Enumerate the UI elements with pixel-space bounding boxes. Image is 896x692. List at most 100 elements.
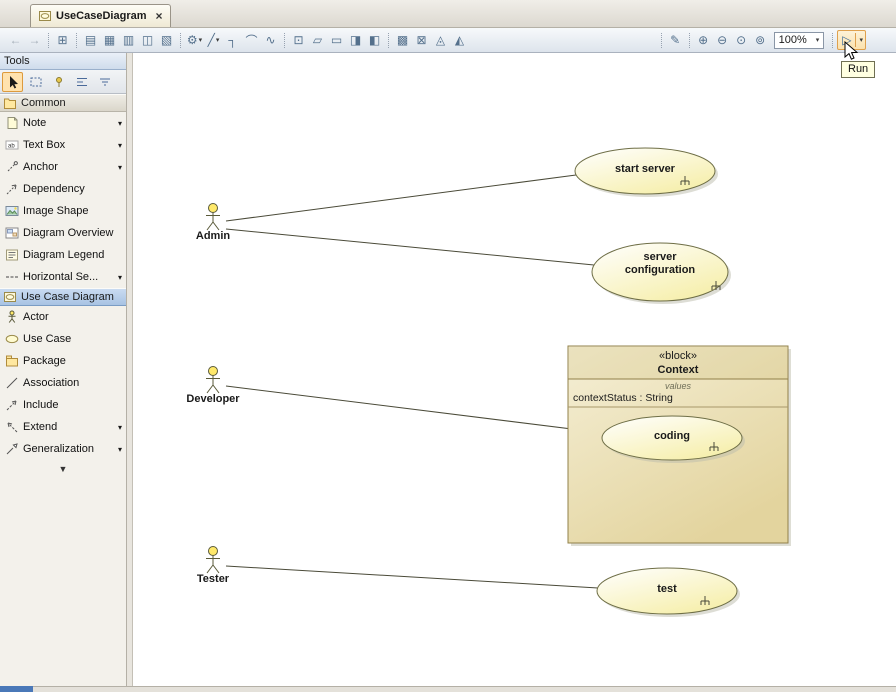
tool-item-label: Note bbox=[23, 117, 114, 129]
scrollbar-thumb[interactable] bbox=[0, 686, 33, 692]
bottom-scrollbar[interactable] bbox=[0, 686, 896, 692]
tool-icon-row bbox=[0, 70, 126, 94]
chevron-down-icon[interactable]: ▾ bbox=[118, 273, 124, 282]
application-window: UseCaseDiagram × ←→ ⊞ ▤▦▥◫▧ ⚙▾╱▾┐⌒∿ ⊡▱▭◨◧ ▩⊠◬… bbox=[0, 0, 896, 692]
tool-item-actor[interactable]: Actor bbox=[0, 306, 126, 328]
zoom-in-icon[interactable]: ⊕ bbox=[695, 31, 712, 49]
curved-path-icon[interactable]: ⌒ bbox=[243, 31, 260, 49]
actor-body[interactable] bbox=[206, 556, 220, 574]
association-line[interactable] bbox=[226, 229, 594, 265]
order-tool[interactable] bbox=[94, 72, 115, 92]
show-paths-icon[interactable]: ◭ bbox=[451, 31, 468, 49]
show-dependencies-icon[interactable]: ◬ bbox=[432, 31, 449, 49]
chevron-down-icon[interactable]: ▾ bbox=[118, 423, 124, 432]
selection-tool[interactable] bbox=[2, 72, 23, 92]
tool-item-association[interactable]: Association bbox=[0, 372, 126, 394]
tool-item-horizontal-se[interactable]: Horizontal Se...▾ bbox=[0, 266, 126, 288]
tool-item-generalization[interactable]: Generalization▾ bbox=[0, 438, 126, 460]
tool-item-diagram-overview[interactable]: Diagram Overview bbox=[0, 222, 126, 244]
paste-icon[interactable]: ▦ bbox=[101, 31, 118, 49]
tool-item-include[interactable]: Include bbox=[0, 394, 126, 416]
oblique-path-icon[interactable]: ╱▾ bbox=[205, 31, 222, 49]
toolbar-separator bbox=[388, 33, 389, 48]
chevron-down-icon[interactable]: ▾ bbox=[816, 36, 820, 44]
toolbar-separator bbox=[284, 33, 285, 48]
tool-item-label: Anchor bbox=[23, 161, 114, 173]
actor-body[interactable] bbox=[206, 376, 220, 394]
oval-icon bbox=[5, 332, 19, 346]
tool-item-anchor[interactable]: Anchor ▾ bbox=[0, 156, 126, 178]
align-tool[interactable] bbox=[71, 72, 92, 92]
close-tab-icon[interactable]: × bbox=[156, 11, 163, 21]
tool-item-package[interactable]: Package bbox=[0, 350, 126, 372]
zoom-fit-icon[interactable]: ⊙ bbox=[733, 31, 750, 49]
chevron-down-icon[interactable]: ▾ bbox=[118, 119, 124, 128]
actor-label: Admin bbox=[196, 230, 231, 242]
tab-usecase-diagram[interactable]: UseCaseDiagram × bbox=[30, 4, 171, 27]
chevron-down-icon[interactable]: ▾ bbox=[118, 445, 124, 454]
forward-icon[interactable]: → bbox=[26, 31, 43, 49]
section-header-common[interactable]: Common bbox=[0, 94, 126, 112]
edit-properties-icon[interactable]: ✎ bbox=[667, 31, 684, 49]
tool-item-label: Extend bbox=[23, 421, 114, 433]
block-attribute[interactable]: contextStatus : String bbox=[573, 392, 673, 404]
tool-item-dependency[interactable]: Dependency bbox=[0, 178, 126, 200]
tool-item-extend[interactable]: Extend ▾ bbox=[0, 416, 126, 438]
rectilinear-path-icon[interactable]: ┐ bbox=[224, 31, 241, 49]
toolbar-separator bbox=[48, 33, 49, 48]
more-tools-chevron-icon[interactable]: ▼ bbox=[0, 460, 126, 474]
add-diagram-icon[interactable]: ⊡ bbox=[290, 31, 307, 49]
association-line[interactable] bbox=[226, 175, 576, 221]
section-header-use-case-diagram[interactable]: Use Case Diagram bbox=[0, 288, 126, 306]
association-line[interactable] bbox=[226, 386, 604, 433]
sticky-tool[interactable] bbox=[48, 72, 69, 92]
add-image-icon[interactable]: ◨ bbox=[347, 31, 364, 49]
tool-item-diagram-legend[interactable]: Diagram Legend bbox=[0, 244, 126, 266]
zoom-out-icon[interactable]: ⊖ bbox=[714, 31, 731, 49]
actor-developer[interactable] bbox=[209, 367, 218, 376]
chevron-down-icon[interactable]: ▾ bbox=[199, 36, 203, 44]
containment-icon[interactable]: ⊞ bbox=[54, 31, 71, 49]
grid-icon[interactable]: ▩ bbox=[394, 31, 411, 49]
spline-path-icon[interactable]: ∿ bbox=[262, 31, 279, 49]
tool-item-label: Image Shape bbox=[23, 205, 124, 217]
rectangle-selection-tool[interactable] bbox=[25, 72, 46, 92]
usecase-label: start server bbox=[615, 163, 676, 175]
actor-body[interactable] bbox=[206, 213, 220, 231]
actor-icon bbox=[5, 310, 19, 324]
association-line[interactable] bbox=[226, 566, 598, 588]
diagram-canvas[interactable]: «block»ContextvaluescontextStatus : Stri… bbox=[133, 53, 896, 686]
tool-item-note[interactable]: Note ▾ bbox=[0, 112, 126, 134]
chevron-down-icon[interactable]: ▾ bbox=[118, 163, 124, 172]
clone-icon[interactable]: ◫ bbox=[139, 31, 156, 49]
layout-icon[interactable]: ⚙▾ bbox=[186, 31, 203, 49]
chevron-down-icon[interactable]: ▾ bbox=[216, 36, 220, 44]
association-icon bbox=[5, 376, 19, 390]
copy-icon[interactable]: ▤ bbox=[82, 31, 99, 49]
run-play-icon[interactable]: ▷ bbox=[840, 33, 853, 47]
back-icon[interactable]: ← bbox=[7, 31, 24, 49]
main-toolbar: ←→⊞▤▦▥◫▧⚙▾╱▾┐⌒∿⊡▱▭◨◧▩⊠◬◭✎⊕⊖⊙⊚100%▾▷▾ bbox=[0, 28, 896, 53]
tool-item-label: Package bbox=[23, 355, 124, 367]
extend-icon bbox=[5, 420, 19, 434]
zoom-level-select[interactable]: 100%▾ bbox=[774, 32, 825, 49]
paste-special-icon[interactable]: ▥ bbox=[120, 31, 137, 49]
add-legend-icon[interactable]: ◧ bbox=[366, 31, 383, 49]
add-text-icon[interactable]: ▭ bbox=[328, 31, 345, 49]
dependency-icon bbox=[5, 182, 19, 196]
tool-item-image-shape[interactable]: Image Shape bbox=[0, 200, 126, 222]
actor-admin[interactable] bbox=[209, 204, 218, 213]
block-stereotype: «block» bbox=[659, 350, 697, 362]
actor-tester[interactable] bbox=[209, 547, 218, 556]
run-button[interactable]: ▷▾ bbox=[837, 30, 866, 50]
tool-item-use-case[interactable]: Use Case bbox=[0, 328, 126, 350]
delete-icon[interactable]: ▧ bbox=[158, 31, 175, 49]
tab-title: UseCaseDiagram bbox=[56, 10, 147, 22]
zoom-selection-icon[interactable]: ⊚ bbox=[752, 31, 769, 49]
tool-item-text-box[interactable]: abText Box▾ bbox=[0, 134, 126, 156]
add-note-icon[interactable]: ▱ bbox=[309, 31, 326, 49]
chevron-down-icon[interactable]: ▾ bbox=[118, 141, 124, 150]
actor-label: Developer bbox=[186, 393, 240, 405]
run-dropdown-icon[interactable]: ▾ bbox=[859, 36, 863, 44]
snap-icon[interactable]: ⊠ bbox=[413, 31, 430, 49]
